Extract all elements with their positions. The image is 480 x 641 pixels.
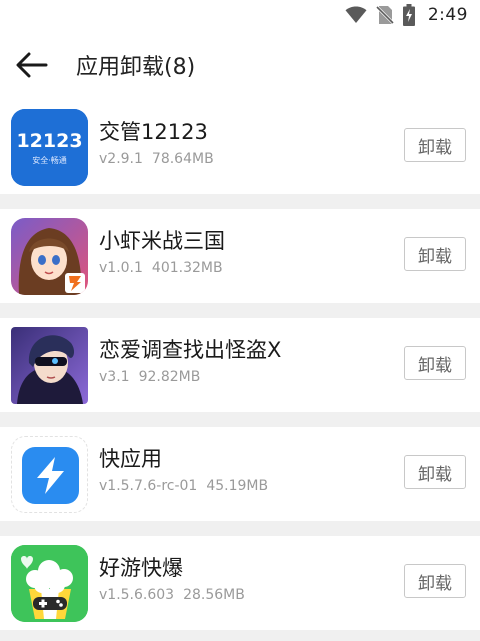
app-version: v1.5.7.6-rc-01 bbox=[99, 478, 198, 494]
page-title: 应用卸载(8) bbox=[76, 55, 196, 80]
app-version: v1.5.6.603 bbox=[99, 587, 175, 603]
list-item-jiaoguan: 12123 安全·畅通 交管12123 v2.9.1 78.64MB 卸载 bbox=[0, 100, 480, 194]
app-name: 小虾米战三国 bbox=[99, 229, 225, 253]
uninstall-button[interactable]: 卸载 bbox=[404, 128, 466, 162]
battery-charging-icon bbox=[402, 4, 415, 26]
divider bbox=[0, 303, 480, 318]
list-item-haoyou: 好游快爆 v1.5.6.603 28.56MB 卸载 bbox=[0, 536, 480, 630]
list-item-kuaiyingyong: 快应用 v1.5.7.6-rc-01 45.19MB 卸载 bbox=[0, 427, 480, 521]
anime-girl-game-icon bbox=[11, 217, 88, 295]
uninstall-button[interactable]: 卸载 bbox=[404, 237, 466, 271]
anime-boy-game-icon bbox=[11, 326, 88, 404]
app-size: 92.82MB bbox=[138, 369, 201, 385]
status-bar: 2:49 bbox=[0, 0, 480, 30]
back-button[interactable] bbox=[2, 35, 62, 95]
app-size: 78.64MB bbox=[151, 151, 214, 167]
app-name: 快应用 bbox=[99, 447, 162, 471]
lightning-icon bbox=[11, 435, 88, 513]
app-list: 12123 安全·畅通 交管12123 v2.9.1 78.64MB 卸载 小虾… bbox=[0, 100, 480, 641]
app-meta: v1.5.7.6-rc-01 45.19MB bbox=[99, 478, 268, 494]
divider bbox=[0, 194, 480, 209]
app-meta: v2.9.1 78.64MB bbox=[99, 151, 214, 167]
status-time: 2:49 bbox=[427, 5, 468, 25]
no-sim-icon bbox=[375, 5, 394, 25]
list-item-xiaoxiami: 小虾米战三国 v1.0.1 401.32MB 卸载 bbox=[0, 209, 480, 303]
app-version: v3.1 bbox=[99, 369, 130, 385]
app-name: 好游快爆 bbox=[99, 556, 183, 580]
divider bbox=[0, 521, 480, 536]
app-size: 45.19MB bbox=[206, 478, 269, 494]
svg-text:12123: 12123 bbox=[16, 130, 82, 152]
svg-text:安全·畅通: 安全·畅通 bbox=[32, 155, 67, 165]
wifi-icon bbox=[345, 6, 367, 24]
app-name: 交管12123 bbox=[99, 120, 208, 144]
app-name: 恋爱调查找出怪盗X bbox=[99, 338, 282, 362]
app-version: v1.0.1 bbox=[99, 260, 143, 276]
app-size: 401.32MB bbox=[151, 260, 223, 276]
uninstall-button[interactable]: 卸载 bbox=[404, 346, 466, 380]
app-version: v2.9.1 bbox=[99, 151, 143, 167]
divider bbox=[0, 630, 480, 641]
app-size: 28.56MB bbox=[183, 587, 245, 603]
app-meta: v3.1 92.82MB bbox=[99, 369, 200, 385]
app-meta: v1.5.6.603 28.56MB bbox=[99, 587, 245, 603]
list-item-lianai: 恋爱调查找出怪盗X v3.1 92.82MB 卸载 bbox=[0, 318, 480, 412]
uninstall-button[interactable]: 卸载 bbox=[404, 455, 466, 489]
uninstall-button[interactable]: 卸载 bbox=[404, 564, 466, 598]
toolbar: 应用卸载(8) bbox=[0, 30, 480, 100]
popcorn-gamepad-icon bbox=[11, 544, 88, 622]
divider bbox=[0, 412, 480, 427]
arrow-left-icon bbox=[16, 52, 48, 78]
jiaoguan-12123-icon: 12123 安全·畅通 bbox=[11, 108, 88, 186]
app-meta: v1.0.1 401.32MB bbox=[99, 260, 223, 276]
